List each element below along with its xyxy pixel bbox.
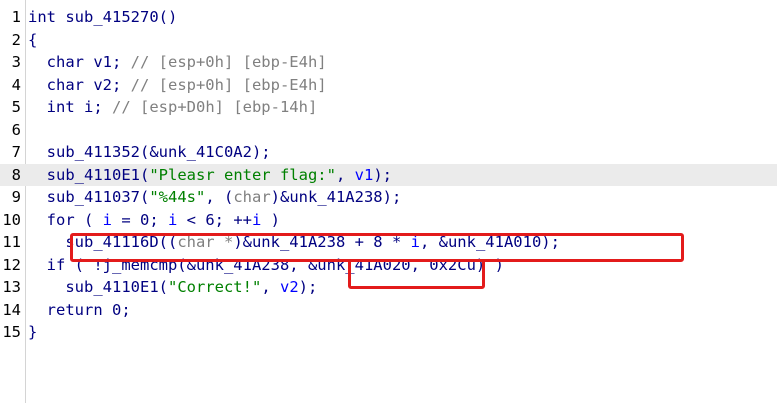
code-token[interactable]: i (168, 211, 177, 229)
code-token[interactable]: sub_411037( (28, 188, 150, 206)
code-token[interactable]: i (103, 211, 112, 229)
line-number: 8 (11, 165, 21, 184)
code-token[interactable]: sub_4110E1( (28, 166, 150, 184)
code-token[interactable]: , &unk_41A010); (420, 233, 560, 251)
line-code[interactable]: sub_4110E1("Pleasr enter flag:", v1); (28, 164, 392, 187)
code-token[interactable]: < 6; ++ (177, 211, 252, 229)
line-code[interactable]: return 0; (28, 299, 131, 322)
code-token[interactable]: )&unk_41A238 + 8 * (233, 233, 410, 251)
line-code[interactable]: if ( !j_memcmp(&unk_41A238, &unk_41A020,… (28, 254, 504, 277)
line-number: 14 (2, 300, 21, 319)
code-token[interactable]: = 0; (112, 211, 168, 229)
code-token[interactable]: , (336, 166, 355, 184)
code-token[interactable]: int i; (28, 98, 112, 116)
line-code[interactable]: char v1; // [esp+0h] [ebp-E4h] (28, 51, 327, 74)
code-line[interactable]: 14 return 0; (0, 299, 777, 322)
code-token[interactable]: // [esp+0h] [ebp-E4h] (131, 53, 327, 71)
pseudocode-editor[interactable]: 1 int sub_415270() 2{3 char v1; // [esp+0h… (0, 0, 777, 403)
code-token[interactable]: // [esp+0h] [ebp-E4h] (131, 76, 327, 94)
line-code[interactable]: sub_4110E1("Correct!", v2); (28, 276, 317, 299)
code-token[interactable]: v2 (280, 278, 299, 296)
code-token[interactable]: sub_411352(&unk_41C0A2); (28, 143, 271, 161)
code-line[interactable]: 13 sub_4110E1("Correct!", v2); (0, 276, 777, 299)
code-token[interactable]: // [esp+D0h] [ebp-14h] (112, 98, 317, 116)
line-code[interactable]: { (28, 29, 37, 52)
code-token[interactable]: ); (373, 166, 392, 184)
code-line[interactable]: 15} (0, 321, 777, 344)
line-number: 6 (11, 120, 21, 139)
code-area[interactable]: 1 int sub_415270() 2{3 char v1; // [esp+0h… (0, 6, 777, 344)
code-token[interactable]: "Pleasr enter flag:" (149, 166, 336, 184)
line-number: 10 (2, 210, 21, 229)
code-token[interactable]: { (28, 31, 37, 49)
code-line[interactable]: 4 char v2; // [esp+0h] [ebp-E4h] (0, 74, 777, 97)
code-line[interactable]: 5 int i; // [esp+D0h] [ebp-14h] (0, 96, 777, 119)
code-token[interactable]: v1 (355, 166, 374, 184)
line-number: 2 (11, 30, 21, 49)
code-token[interactable]: return 0; (28, 301, 131, 319)
line-number: 7 (11, 143, 21, 161)
code-token[interactable]: int sub_415270() (28, 8, 177, 26)
code-line[interactable]: 3 char v1; // [esp+0h] [ebp-E4h] (0, 51, 777, 74)
code-line[interactable]: 9 sub_411037("%44s", (char)&unk_41A238); (0, 186, 777, 209)
code-token[interactable]: } (28, 323, 37, 341)
code-token[interactable]: char v2; (28, 76, 131, 94)
code-token[interactable]: , (261, 278, 280, 296)
code-line[interactable]: 12 if ( !j_memcmp(&unk_41A238, &unk_41A0… (0, 254, 777, 277)
code-token[interactable]: )&unk_41A238); (271, 188, 402, 206)
line-number: 5 (11, 98, 21, 116)
code-token[interactable]: , ( (205, 188, 233, 206)
line-number: 3 (11, 53, 21, 71)
line-number: 9 (11, 188, 21, 206)
code-token[interactable]: char * (177, 233, 233, 251)
code-token[interactable]: "%44s" (149, 188, 205, 206)
code-line[interactable]: 1 int sub_415270() (0, 6, 777, 29)
line-code[interactable]: int i; // [esp+D0h] [ebp-14h] (28, 96, 318, 119)
code-token[interactable]: sub_4110E1( (28, 278, 168, 296)
code-token[interactable]: if ( !j_memcmp(&unk_41A238, &unk_41A020,… (28, 256, 504, 274)
code-line[interactable]: 11 sub_41116D((char *)&unk_41A238 + 8 * … (0, 231, 777, 254)
line-code[interactable]: sub_411352(&unk_41C0A2); (28, 141, 271, 164)
line-code[interactable]: sub_411037("%44s", (char)&unk_41A238); (28, 186, 402, 209)
line-number: 4 (11, 75, 21, 94)
code-token[interactable]: char v1; (28, 53, 131, 71)
code-line[interactable]: 8 sub_4110E1("Pleasr enter flag:", v1); (0, 163, 777, 187)
code-token[interactable]: ) (261, 211, 280, 229)
code-line[interactable]: 10 for ( i = 0; i < 6; ++i ) (0, 209, 777, 232)
code-token[interactable]: for ( (28, 211, 103, 229)
line-code[interactable]: char v2; // [esp+0h] [ebp-E4h] (28, 74, 327, 97)
code-line[interactable]: 6 (0, 119, 777, 142)
code-token[interactable]: "Correct!" (168, 278, 261, 296)
line-code[interactable]: sub_41116D((char *)&unk_41A238 + 8 * i, … (28, 231, 560, 254)
line-number: 12 (2, 255, 21, 274)
code-token[interactable]: i (411, 233, 420, 251)
code-line[interactable]: 7 sub_411352(&unk_41C0A2); (0, 141, 777, 164)
code-token[interactable]: char (233, 188, 270, 206)
code-line[interactable]: 2{ (0, 29, 777, 52)
code-token[interactable]: i (252, 211, 261, 229)
code-token[interactable]: ); (299, 278, 318, 296)
line-number: 1 (11, 8, 21, 26)
line-number: 13 (2, 278, 21, 296)
line-number: 15 (2, 323, 21, 341)
line-number: 11 (2, 233, 21, 251)
line-code[interactable]: } (28, 321, 37, 344)
line-code[interactable]: for ( i = 0; i < 6; ++i ) (28, 209, 280, 232)
line-code[interactable]: int sub_415270() (28, 6, 177, 29)
code-token[interactable]: sub_41116D(( (28, 233, 177, 251)
